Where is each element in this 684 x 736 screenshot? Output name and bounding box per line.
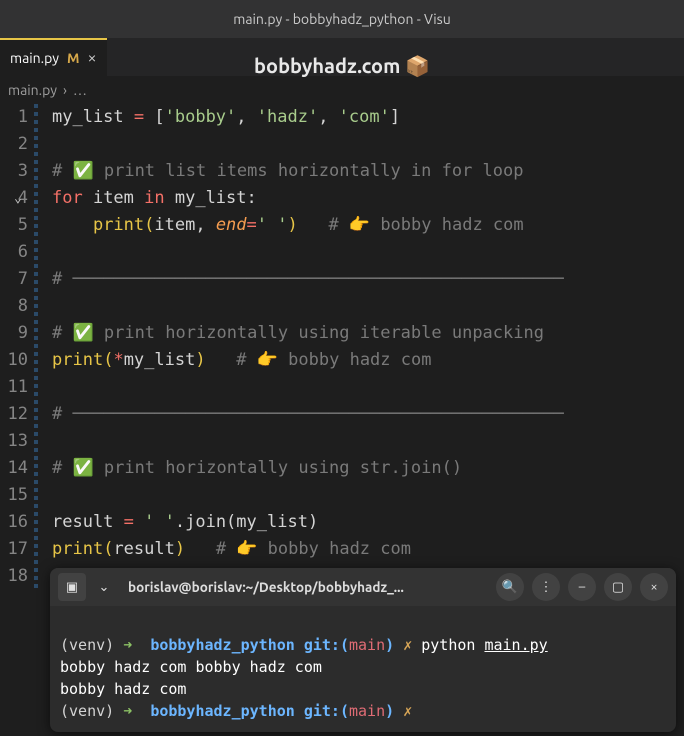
terminal-header: ▣ ⌄ borislav@borislav:~/Desktop/bobbyhad…: [50, 568, 676, 606]
code-line: # ✅ print list items horizontally in for…: [52, 158, 684, 185]
code-editor[interactable]: 1 2 3 ⌄4 5 6 7 8 9 10 11 12 13 14 15 16 …: [0, 104, 684, 590]
terminal-title: borislav@borislav:~/Desktop/bobbyhadz_..…: [122, 579, 488, 595]
tab-main-py[interactable]: main.py M ×: [0, 38, 107, 76]
code-line: result = ' '.join(my_list): [52, 509, 684, 536]
tab-modified-indicator: M: [67, 50, 79, 66]
close-icon[interactable]: ×: [640, 573, 668, 601]
code-line: # ──────────────────────────────────────…: [52, 266, 684, 293]
code-line: [52, 374, 684, 401]
tab-bar: main.py M ×: [0, 38, 684, 76]
code-line: # ✅ print horizontally using str.join(): [52, 455, 684, 482]
window-titlebar: main.py - bobbyhadz_python - Visu: [0, 0, 684, 38]
minimize-icon[interactable]: –: [568, 573, 596, 601]
code-content[interactable]: my_list = ['bobby', 'hadz', 'com'] # ✅ p…: [38, 104, 684, 590]
line-gutter: 1 2 3 ⌄4 5 6 7 8 9 10 11 12 13 14 15 16 …: [0, 104, 34, 590]
breadcrumb-file: main.py: [8, 82, 57, 98]
chevron-down-icon[interactable]: ⌄: [94, 573, 114, 601]
breadcrumb[interactable]: main.py › …: [0, 76, 684, 104]
code-line: print(result) # 👉 bobby hadz com: [52, 536, 684, 563]
close-icon[interactable]: ×: [88, 49, 97, 67]
window-title: main.py - bobbyhadz_python - Visu: [233, 11, 451, 27]
new-tab-button[interactable]: ▣: [58, 573, 86, 601]
code-line: [52, 131, 684, 158]
menu-icon[interactable]: ⋮: [532, 573, 560, 601]
terminal-panel[interactable]: ▣ ⌄ borislav@borislav:~/Desktop/bobbyhad…: [50, 568, 676, 732]
maximize-icon[interactable]: ▢: [604, 573, 632, 601]
search-icon[interactable]: 🔍: [496, 573, 524, 601]
code-line: [52, 293, 684, 320]
code-line: [52, 239, 684, 266]
terminal-body[interactable]: (venv) ➜ bobbyhadz_python git:(main) ✗ p…: [50, 606, 676, 732]
chevron-down-icon[interactable]: ⌄: [14, 185, 22, 212]
code-line: [52, 428, 684, 455]
code-line: print(item, end=' ') # 👉 bobby hadz com: [52, 212, 684, 239]
code-line: [52, 482, 684, 509]
breadcrumb-sep: ›: [63, 82, 67, 98]
code-line: my_list = ['bobby', 'hadz', 'com']: [52, 104, 684, 131]
code-line: # ✅ print horizontally using iterable un…: [52, 320, 684, 347]
code-line: for item in my_list:: [52, 185, 684, 212]
tab-filename: main.py: [10, 50, 59, 66]
breadcrumb-more: …: [73, 82, 87, 98]
code-line: # ──────────────────────────────────────…: [52, 401, 684, 428]
code-line: print(*my_list) # 👉 bobby hadz com: [52, 347, 684, 374]
